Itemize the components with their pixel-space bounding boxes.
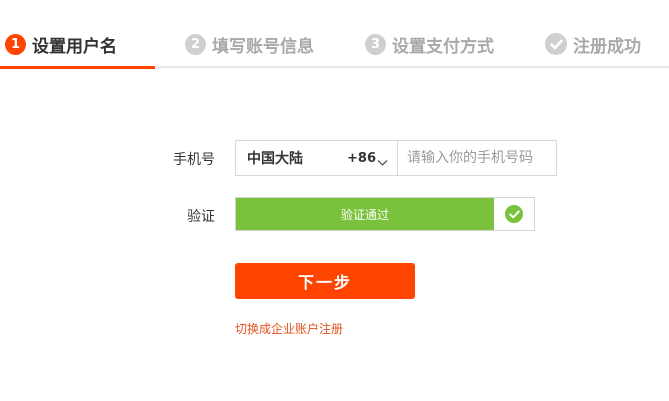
step-number: 2 <box>185 33 206 55</box>
region-select[interactable]: 中国大陆 +86 <box>236 141 398 175</box>
check-icon <box>545 33 567 55</box>
step-number: 1 <box>5 33 26 55</box>
chevron-down-icon <box>377 152 388 171</box>
active-step-underline <box>0 66 155 69</box>
step-number: 3 <box>365 33 386 55</box>
verify-label: 验证 <box>187 209 215 225</box>
verify-status: 验证通过 <box>236 198 494 230</box>
switch-to-business-account-link[interactable]: 切换成企业账户注册 <box>235 320 343 337</box>
step-set-username: 1 设置用户名 <box>5 32 117 57</box>
check-circle-icon <box>505 205 523 223</box>
next-step-button[interactable]: 下一步 <box>235 263 415 299</box>
verify-handle <box>494 198 534 230</box>
phone-label: 手机号 <box>173 152 215 168</box>
step-label: 填写账号信息 <box>212 36 314 57</box>
step-label: 注册成功 <box>573 36 641 57</box>
region-code: +86 <box>347 150 376 166</box>
registration-steps: 1 设置用户名 2 填写账号信息 3 设置支付方式 注册成功 <box>0 0 669 69</box>
phone-field-group: 中国大陆 +86 <box>235 140 557 176</box>
step-registration-success: 注册成功 <box>545 32 641 57</box>
phone-input[interactable] <box>398 141 556 175</box>
step-fill-account-info: 2 填写账号信息 <box>185 32 314 57</box>
step-set-payment: 3 设置支付方式 <box>365 32 494 57</box>
step-label: 设置用户名 <box>32 36 117 57</box>
step-label: 设置支付方式 <box>392 36 494 57</box>
verify-slider[interactable]: 验证通过 <box>235 197 535 231</box>
registration-page: 1 设置用户名 2 填写账号信息 3 设置支付方式 注册成功 手机号 中国大陆 … <box>0 0 669 401</box>
region-name: 中国大陆 <box>247 151 303 167</box>
